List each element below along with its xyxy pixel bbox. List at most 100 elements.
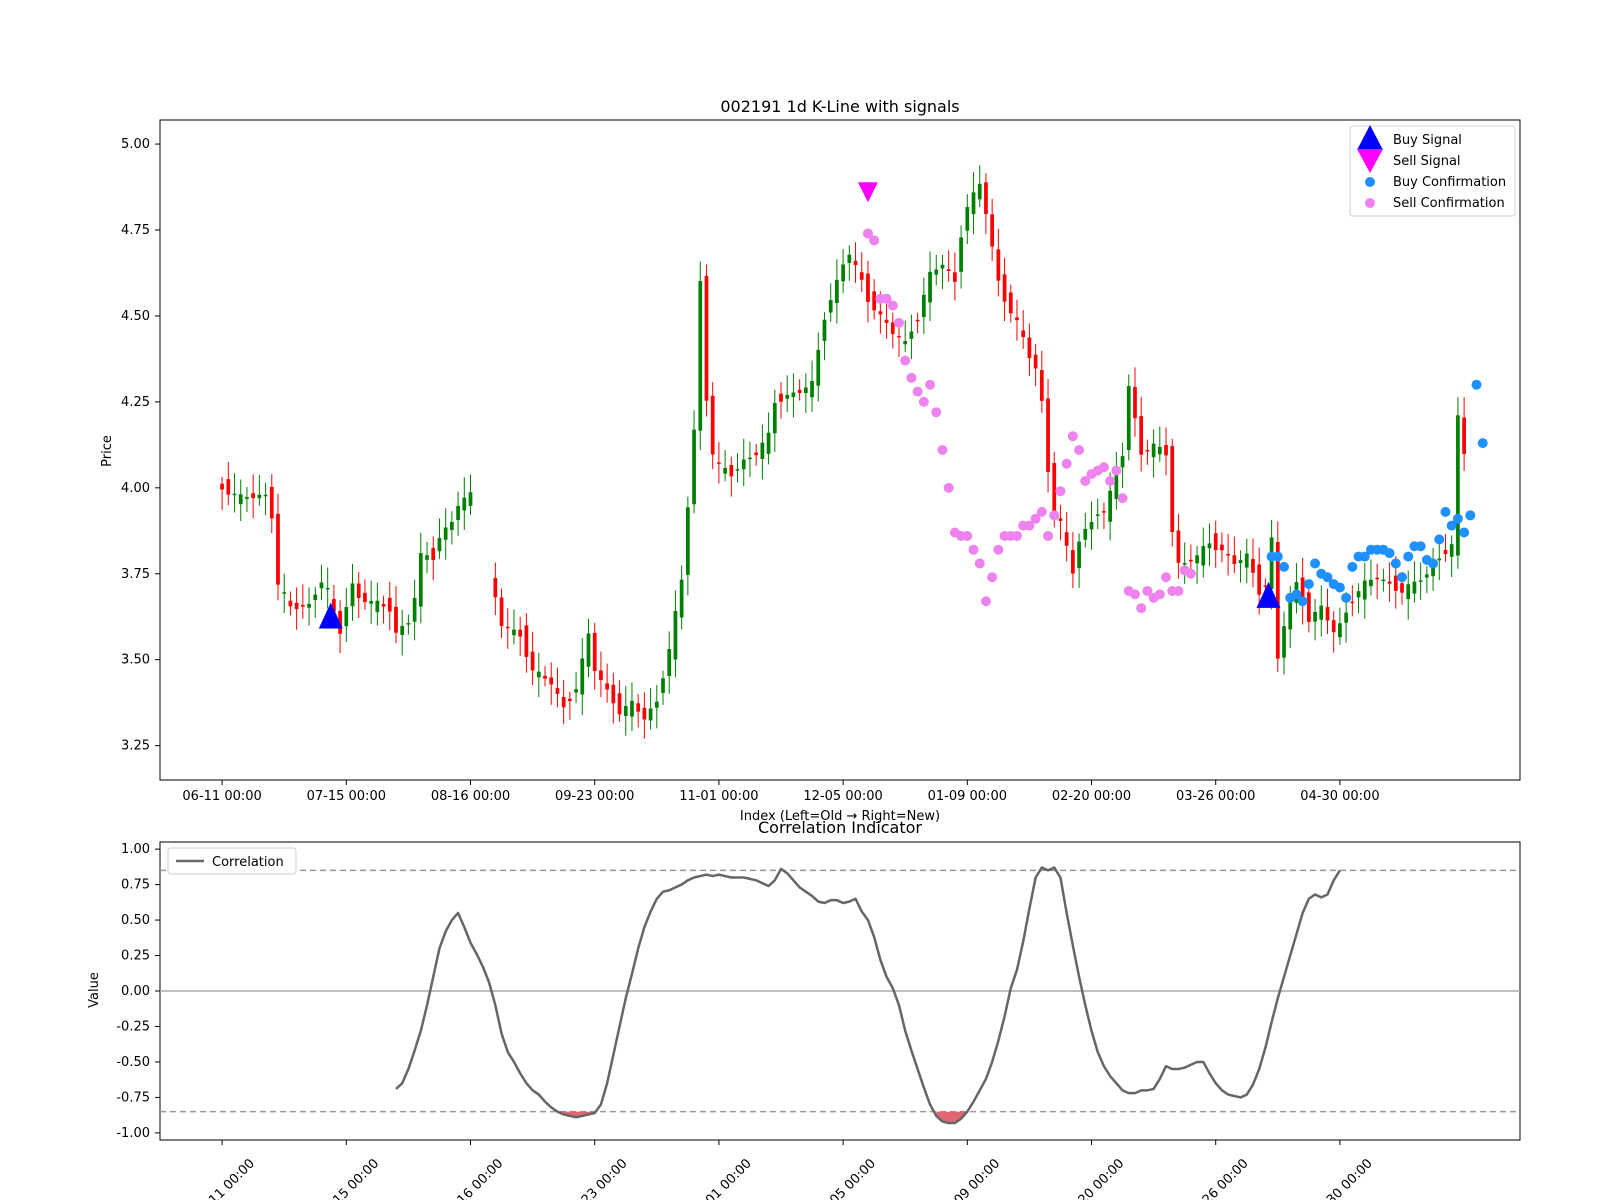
kline-candle-down [1102, 511, 1106, 513]
kline-candle-up [1083, 528, 1088, 540]
kline-candle-up [307, 603, 311, 608]
correlation-x-tick-label: 08-16 00:00 [440, 1156, 507, 1200]
correlation-x-tick-label: 09-23 00:00 [564, 1156, 631, 1200]
correlation-x-tick-label: 11-01 00:00 [688, 1156, 755, 1200]
kline-x-tick-label: 04-30 00:00 [1300, 789, 1379, 804]
sell-confirmation-point [1074, 445, 1085, 455]
sell-confirmation-point [1043, 530, 1054, 541]
kline-candle-up [468, 492, 473, 506]
kline-y-axis-label: Price [100, 435, 115, 467]
kline-candle-down [387, 597, 392, 612]
kline-candle-up [319, 582, 324, 589]
kline-candle-down [1176, 530, 1181, 563]
kline-candle-up [748, 457, 752, 460]
kline-candle-down [1220, 544, 1224, 551]
buy-confirmation-point [1403, 551, 1414, 562]
kline-candle-up [450, 521, 454, 530]
kline-candle-down [592, 632, 597, 672]
kline-candle-down [505, 626, 510, 629]
kline-candle-up [282, 592, 287, 594]
kline-candle-up [841, 264, 845, 282]
kline-candle-down [853, 260, 858, 266]
kline-y-tick-label: 4.50 [121, 309, 150, 324]
kline-candle-up [1456, 415, 1460, 556]
kline-candle-down [1139, 416, 1144, 455]
kline-candle-up [828, 300, 833, 313]
legend-confirmation-marker [1365, 177, 1375, 187]
kline-candle-up [1437, 558, 1442, 561]
kline-candle-up [630, 700, 634, 717]
kline-candle-up [685, 507, 690, 575]
kline-candle-down [1033, 354, 1038, 369]
buy-confirmation-point [1310, 558, 1321, 569]
kline-candle-up [580, 658, 585, 695]
sell-confirmation-point [1061, 458, 1072, 469]
kline-candle-up [735, 469, 740, 471]
kline-candle-down [1375, 577, 1380, 580]
sell-confirmation-point [962, 530, 973, 541]
kline-candle-up [443, 527, 448, 540]
kline-candle-up [977, 183, 982, 200]
correlation-y-tick-label: -0.25 [116, 1019, 150, 1034]
kline-x-tick-label: 02-20 00:00 [1052, 789, 1131, 804]
kline-candle-up [1089, 522, 1094, 530]
kline-candle-up [1120, 456, 1125, 468]
kline-candle-down [946, 269, 951, 272]
kline-y-tick-label: 3.25 [121, 739, 150, 754]
sell-confirmation-point [1185, 568, 1196, 579]
kline-candle-up [325, 587, 330, 590]
kline-y-tick-label: 3.75 [121, 567, 150, 582]
kline-candle-down [859, 272, 864, 280]
kline-y-tick-label: 4.25 [121, 395, 150, 410]
kline-candle-down [1306, 592, 1311, 622]
legend-confirmation-marker [1365, 198, 1375, 208]
kline-candle-up [928, 271, 932, 303]
kline-candle-up [909, 331, 914, 339]
kline-candle-up [791, 392, 796, 398]
correlation-x-tick-label: 06-11 00:00 [191, 1156, 258, 1200]
kline-candle-up [1313, 612, 1317, 622]
buy-confirmation-point [1459, 527, 1470, 538]
kline-candle-down [642, 707, 647, 720]
kline-candle-down [543, 675, 547, 679]
kline-candle-up [903, 341, 908, 345]
kline-y-tick-label: 4.00 [121, 481, 150, 496]
sell-confirmation-point [887, 300, 898, 311]
kline-candle-down [1443, 549, 1448, 555]
buy-confirmation-point [1297, 596, 1308, 607]
kline-candle-up [1195, 555, 1199, 564]
kline-candle-up [1126, 386, 1131, 451]
correlation-legend-label: Correlation [212, 855, 284, 870]
sell-confirmation-point [925, 379, 936, 390]
kline-candle-up [406, 623, 411, 625]
sell-confirmation-point [1011, 530, 1022, 541]
kline-candle-up [462, 497, 467, 511]
kline-candle-down [866, 273, 870, 302]
kline-candle-down [568, 698, 572, 702]
kline-candle-down [1058, 518, 1063, 521]
kline-candle-down [1064, 532, 1069, 546]
kline-candle-down [599, 670, 603, 681]
kline-x-tick-label: 03-26 00:00 [1176, 789, 1255, 804]
kline-plot-frame [159, 119, 1521, 781]
buy-confirmation-point [1303, 579, 1314, 590]
kline-candle-down [1071, 550, 1075, 574]
kline-candle-up [760, 442, 765, 459]
kline-candle-down [1213, 533, 1218, 551]
kline-candle-up [679, 579, 684, 618]
kline-candle-up [1207, 543, 1212, 549]
kline-candle-up [369, 600, 374, 604]
kline-candle-down [1226, 553, 1230, 556]
kline-candle-up [1369, 579, 1373, 587]
kline-candle-up [971, 192, 976, 215]
correlation-x-tick-label: 01-09 00:00 [936, 1156, 1003, 1200]
kline-candle-up [940, 264, 945, 269]
kline-candle-up [1319, 605, 1324, 620]
kline-candle-down [872, 291, 877, 311]
kline-candle-up [232, 493, 237, 496]
correlation-y-tick-label: 1.00 [121, 842, 150, 857]
sell-confirmation-point [993, 544, 1004, 555]
kline-candle-down [1008, 292, 1013, 314]
kline-candle-up [1449, 544, 1454, 557]
sell-confirmation-point [893, 317, 904, 328]
